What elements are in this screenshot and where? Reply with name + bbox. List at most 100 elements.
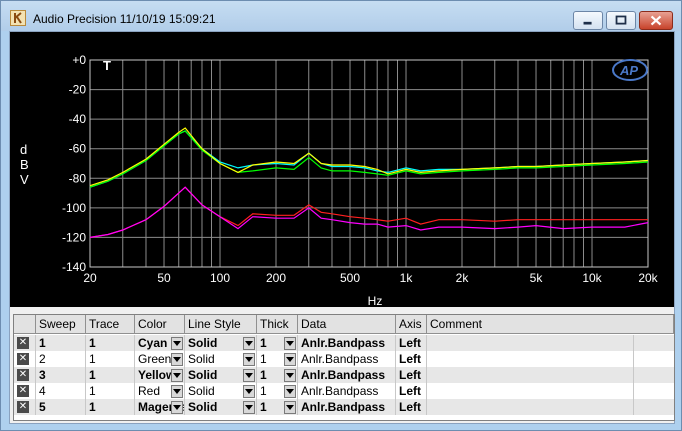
cell-trace[interactable]: 1 bbox=[86, 367, 135, 383]
cell-trace[interactable]: 1 bbox=[86, 351, 135, 367]
cell-color[interactable]: Cyan bbox=[135, 335, 185, 351]
cell-comment[interactable] bbox=[427, 383, 634, 399]
chevron-down-icon[interactable] bbox=[243, 401, 255, 414]
title-bar[interactable]: Audio Precision 11/10/19 15:09:21 bbox=[1, 1, 681, 31]
table-row[interactable]: ✕ 3 1 Yellow Solid 1 Anlr.Bandpass Left bbox=[14, 367, 674, 383]
table-row[interactable]: ✕ 5 1 Magenta Solid 1 Anlr.Bandpass Left bbox=[14, 399, 674, 415]
cell-data[interactable]: Anlr.Bandpass bbox=[298, 351, 396, 367]
row-enabled-checkbox[interactable]: ✕ bbox=[17, 401, 29, 413]
column-header-line-style[interactable]: Line Style bbox=[185, 315, 257, 334]
audio-precision-app-icon[interactable] bbox=[10, 10, 26, 26]
chevron-down-icon[interactable] bbox=[171, 337, 183, 350]
sweep-value: 4 bbox=[39, 384, 46, 398]
cell-axis[interactable]: Left bbox=[396, 335, 427, 351]
row-select-cell[interactable]: ✕ bbox=[14, 383, 36, 399]
cell-trace[interactable]: 1 bbox=[86, 399, 135, 415]
thick-value: 1 bbox=[260, 384, 267, 398]
graph-panel[interactable]: +0 -20 -40 -60 -80 -100 -120 -140 20 50 100 200 500 1… bbox=[10, 32, 674, 308]
row-enabled-checkbox[interactable]: ✕ bbox=[17, 385, 29, 397]
cell-trace[interactable]: 1 bbox=[86, 383, 135, 399]
cell-data[interactable]: Anlr.Bandpass bbox=[298, 335, 396, 351]
chevron-down-icon[interactable] bbox=[284, 337, 296, 350]
cell-axis[interactable]: Left bbox=[396, 399, 427, 415]
chevron-down-icon[interactable] bbox=[171, 369, 183, 382]
chevron-down-icon[interactable] bbox=[284, 369, 296, 382]
cell-data[interactable]: Anlr.Bandpass bbox=[298, 399, 396, 415]
column-header-thick[interactable]: Thick bbox=[257, 315, 298, 334]
y-tick-label: -80 bbox=[69, 171, 87, 185]
cell-axis[interactable]: Left bbox=[396, 383, 427, 399]
row-enabled-checkbox[interactable]: ✕ bbox=[17, 337, 29, 349]
y-tick-label: -40 bbox=[69, 112, 87, 126]
cell-axis[interactable]: Left bbox=[396, 351, 427, 367]
close-button[interactable] bbox=[639, 11, 673, 30]
cell-comment[interactable] bbox=[427, 351, 634, 367]
chevron-down-icon[interactable] bbox=[171, 401, 183, 414]
cell-sweep[interactable]: 2 bbox=[36, 351, 86, 367]
color-value: Red bbox=[138, 384, 161, 398]
y-tick-label: -60 bbox=[69, 142, 87, 156]
cell-sweep[interactable]: 1 bbox=[36, 335, 86, 351]
chevron-down-icon[interactable] bbox=[284, 385, 296, 398]
table-row[interactable]: ✕ 1 1 Cyan Solid 1 Anlr.Bandpass Left bbox=[14, 335, 674, 351]
cell-color[interactable]: Yellow bbox=[135, 367, 185, 383]
row-select-cell[interactable]: ✕ bbox=[14, 399, 36, 415]
restore-button[interactable] bbox=[606, 11, 636, 30]
chevron-down-icon[interactable] bbox=[243, 385, 255, 398]
cell-sweep[interactable]: 4 bbox=[36, 383, 86, 399]
cell-color[interactable]: Magenta bbox=[135, 399, 185, 415]
column-header-axis[interactable]: Axis bbox=[396, 315, 427, 334]
chevron-down-icon[interactable] bbox=[243, 337, 255, 350]
row-select-cell[interactable]: ✕ bbox=[14, 351, 36, 367]
style-value: Solid bbox=[188, 368, 218, 382]
table-row[interactable]: ✕ 4 1 Red Solid 1 Anlr.Bandpass Left bbox=[14, 383, 674, 399]
cell-comment[interactable] bbox=[427, 335, 634, 351]
cell-color[interactable]: Green bbox=[135, 351, 185, 367]
cell-trace[interactable]: 1 bbox=[86, 335, 135, 351]
column-header-trace[interactable]: Trace bbox=[86, 315, 135, 334]
row-enabled-checkbox[interactable]: ✕ bbox=[17, 353, 29, 365]
style-value: Solid bbox=[188, 336, 218, 350]
cell-style[interactable]: Solid bbox=[185, 367, 257, 383]
column-header-comment[interactable]: Comment bbox=[427, 315, 674, 334]
cell-comment[interactable] bbox=[427, 367, 634, 383]
row-select-cell[interactable]: ✕ bbox=[14, 335, 36, 351]
cell-data[interactable]: Anlr.Bandpass bbox=[298, 367, 396, 383]
chevron-down-icon[interactable] bbox=[243, 369, 255, 382]
cell-comment[interactable] bbox=[427, 399, 634, 415]
cell-style[interactable]: Solid bbox=[185, 399, 257, 415]
column-header-data[interactable]: Data bbox=[298, 315, 396, 334]
chevron-down-icon[interactable] bbox=[284, 353, 296, 366]
cell-thick[interactable]: 1 bbox=[257, 383, 298, 399]
cell-style[interactable]: Solid bbox=[185, 383, 257, 399]
cell-thick[interactable]: 1 bbox=[257, 367, 298, 383]
column-header-sweep[interactable]: Sweep bbox=[36, 315, 86, 334]
cell-axis[interactable]: Left bbox=[396, 367, 427, 383]
x-tick-label: 500 bbox=[340, 271, 360, 285]
cell-style[interactable]: Solid bbox=[185, 351, 257, 367]
minimize-icon bbox=[583, 21, 592, 25]
series-line-5 bbox=[89, 186, 649, 238]
cell-thick[interactable]: 1 bbox=[257, 335, 298, 351]
y-tick-label: -120 bbox=[62, 230, 86, 244]
axis-value: Left bbox=[399, 352, 421, 366]
table-row[interactable]: ✕ 2 1 Green Solid 1 Anlr.Bandpass Left bbox=[14, 351, 674, 367]
minimize-button[interactable] bbox=[573, 11, 603, 30]
chevron-down-icon[interactable] bbox=[284, 401, 296, 414]
chevron-down-icon[interactable] bbox=[171, 353, 183, 366]
cell-thick[interactable]: 1 bbox=[257, 351, 298, 367]
cell-thick[interactable]: 1 bbox=[257, 399, 298, 415]
row-select-cell[interactable]: ✕ bbox=[14, 367, 36, 383]
cell-sweep[interactable]: 5 bbox=[36, 399, 86, 415]
column-header-color[interactable]: Color bbox=[135, 315, 185, 334]
cell-color[interactable]: Red bbox=[135, 383, 185, 399]
chevron-down-icon[interactable] bbox=[171, 385, 183, 398]
cell-sweep[interactable]: 3 bbox=[36, 367, 86, 383]
color-value: Green bbox=[138, 352, 172, 366]
restore-icon bbox=[615, 15, 627, 25]
cell-data[interactable]: Anlr.Bandpass bbox=[298, 383, 396, 399]
row-enabled-checkbox[interactable]: ✕ bbox=[17, 369, 29, 381]
cell-style[interactable]: Solid bbox=[185, 335, 257, 351]
chevron-down-icon[interactable] bbox=[243, 353, 255, 366]
column-header-select[interactable] bbox=[14, 315, 36, 334]
